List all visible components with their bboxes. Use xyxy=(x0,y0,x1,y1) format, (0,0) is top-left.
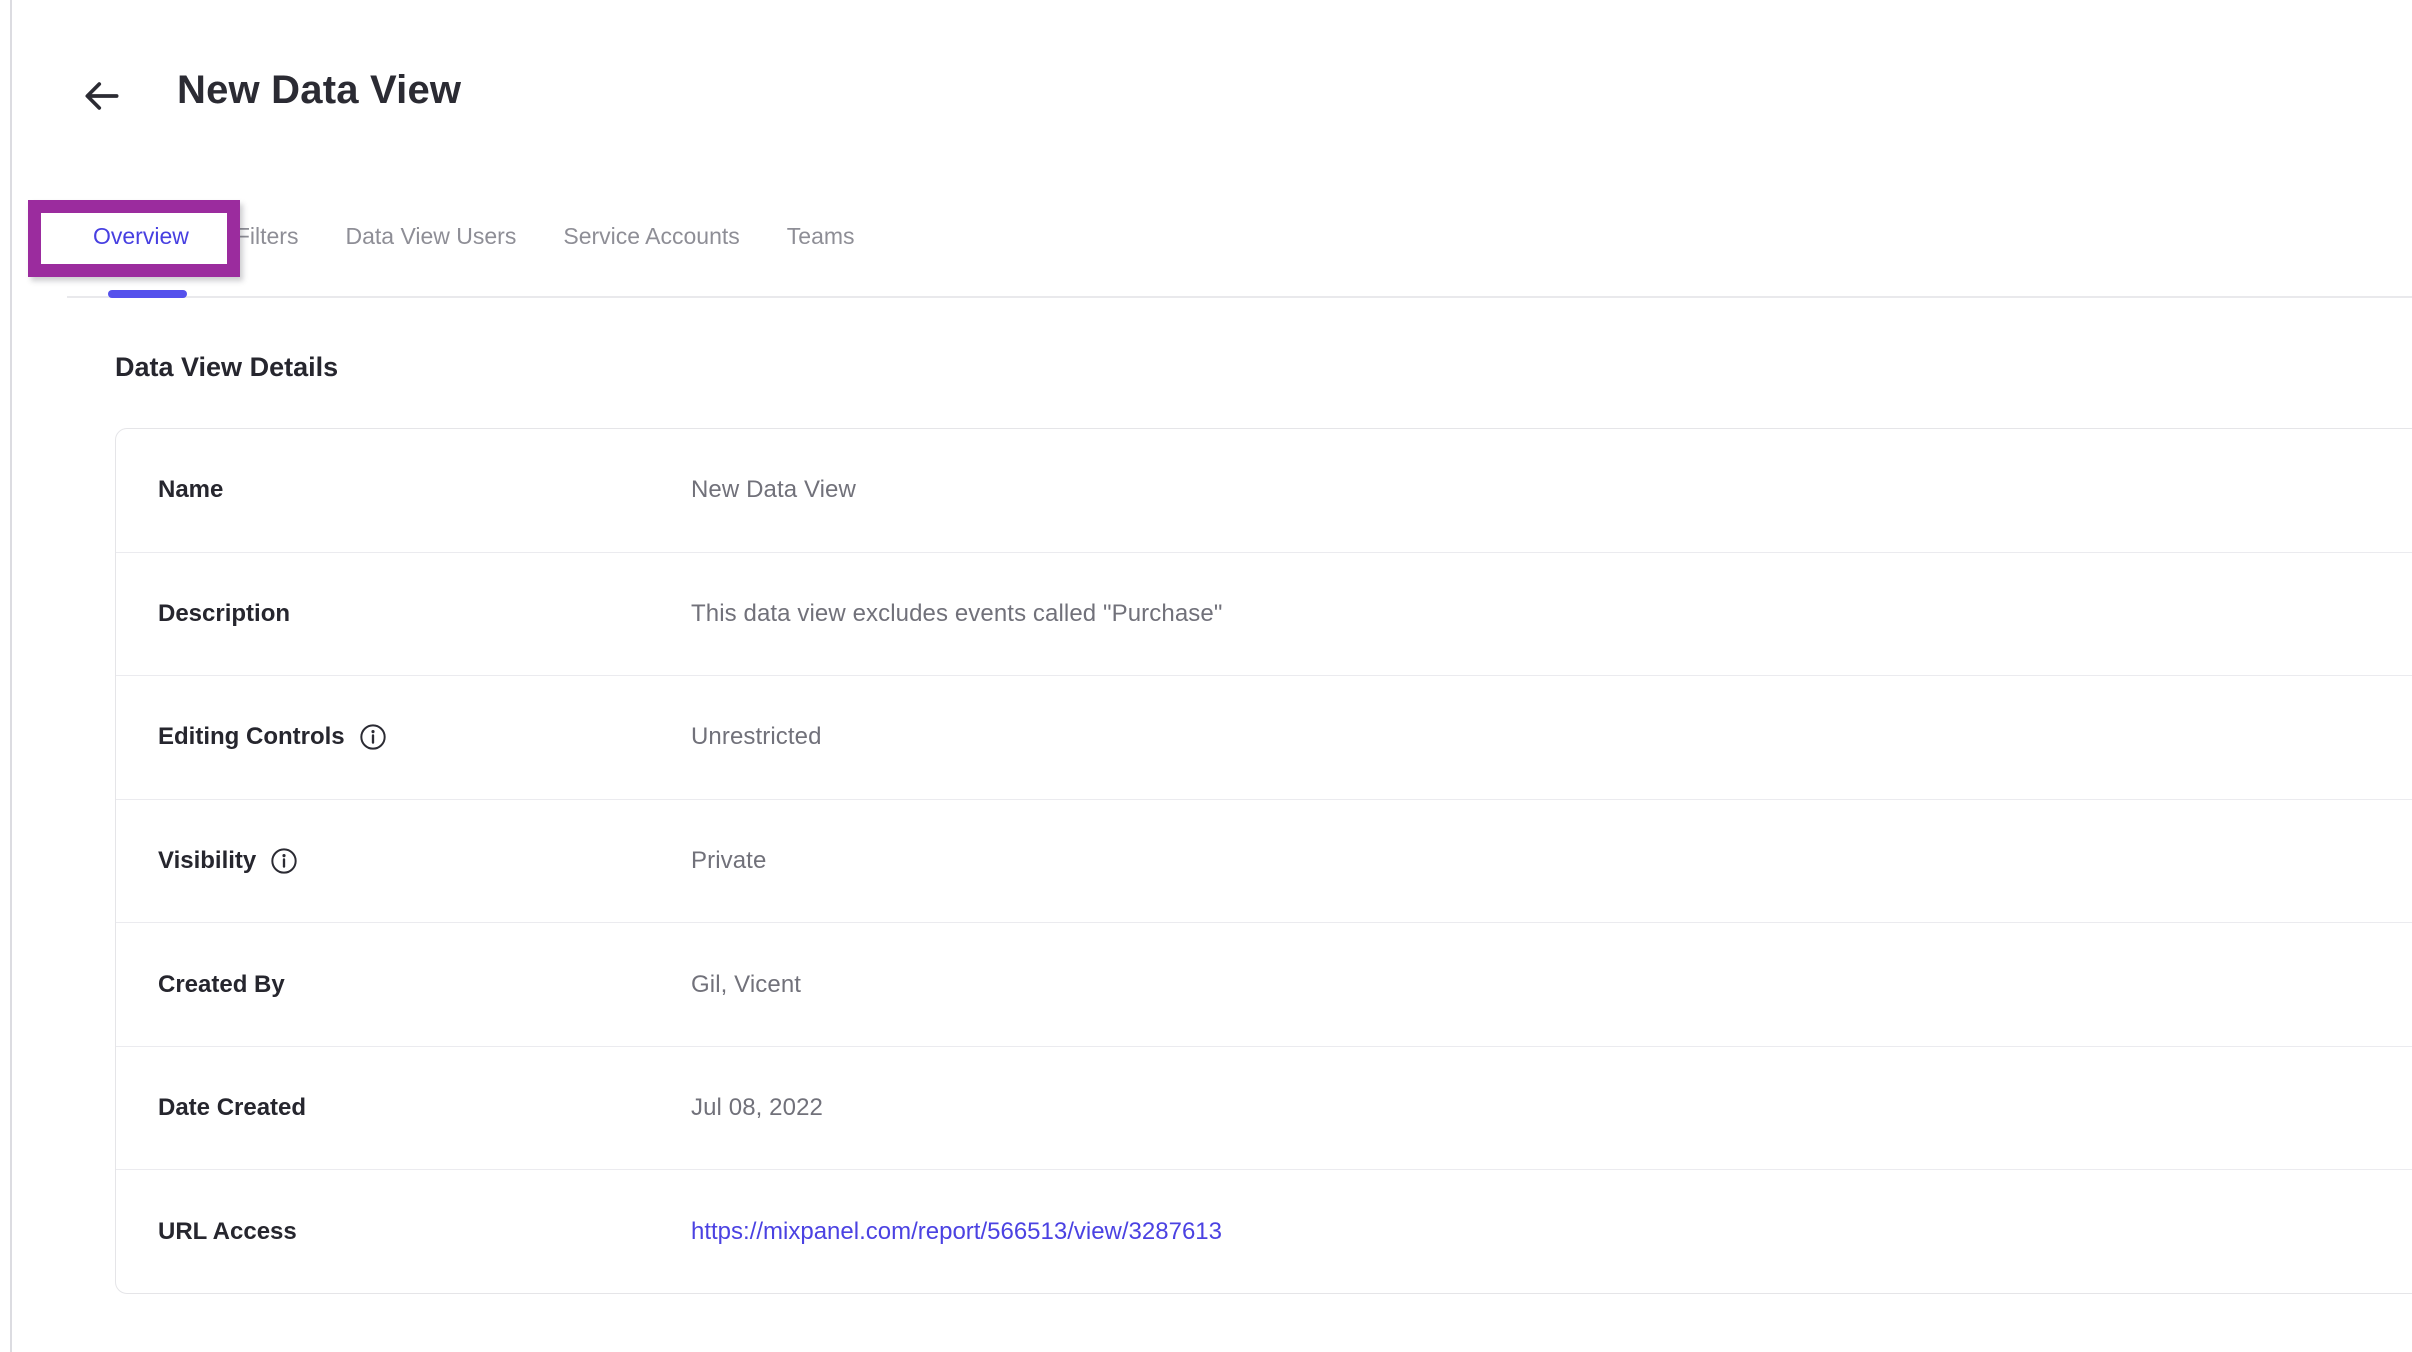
detail-label: Editing Controls xyxy=(158,723,691,751)
detail-value: Private xyxy=(691,847,766,875)
data-view-details-card: Name New Data View Description This data… xyxy=(115,428,2412,1294)
page-title: New Data View xyxy=(177,68,461,113)
detail-row-url-access: URL Access https://mixpanel.com/report/5… xyxy=(116,1169,2412,1293)
detail-value: This data view excludes events called "P… xyxy=(691,600,1222,628)
detail-value: New Data View xyxy=(691,476,856,504)
page-header: New Data View xyxy=(0,0,2412,140)
detail-value: Gil, Vicent xyxy=(691,971,801,999)
detail-label: Visibility xyxy=(158,847,691,875)
detail-label: Description xyxy=(158,600,691,628)
detail-label: Date Created xyxy=(158,1094,691,1122)
detail-label-text: Editing Controls xyxy=(158,723,345,751)
tab-data-view-users[interactable]: Data View Users xyxy=(345,221,516,251)
data-view-settings-page: New Data View Overview Filters Data View… xyxy=(0,0,2412,1352)
back-button[interactable] xyxy=(78,72,126,120)
tab-service-accounts[interactable]: Service Accounts xyxy=(563,221,739,251)
tab-bar: Overview Filters Data View Users Service… xyxy=(93,221,855,251)
detail-label: URL Access xyxy=(158,1218,691,1246)
detail-label-text: Visibility xyxy=(158,847,256,875)
tab-filters[interactable]: Filters xyxy=(236,221,299,251)
detail-row-description: Description This data view excludes even… xyxy=(116,552,2412,676)
detail-row-editing-controls: Editing Controls Unrestricted xyxy=(116,675,2412,799)
arrow-left-icon xyxy=(80,74,124,118)
detail-label: Name xyxy=(158,476,691,504)
detail-row-name: Name New Data View xyxy=(116,429,2412,552)
info-circle-icon[interactable] xyxy=(359,723,387,751)
info-circle-icon[interactable] xyxy=(270,847,298,875)
detail-value: Jul 08, 2022 xyxy=(691,1094,823,1122)
data-view-url-link[interactable]: https://mixpanel.com/report/566513/view/… xyxy=(691,1218,1222,1246)
detail-row-visibility: Visibility Private xyxy=(116,799,2412,923)
active-tab-indicator xyxy=(108,290,187,298)
tabs-divider xyxy=(67,296,2412,298)
detail-value: Unrestricted xyxy=(691,723,822,751)
page-left-border xyxy=(10,0,12,1352)
section-heading: Data View Details xyxy=(115,352,338,383)
tab-teams[interactable]: Teams xyxy=(787,221,855,251)
detail-label: Created By xyxy=(158,971,691,999)
tab-overview[interactable]: Overview xyxy=(93,221,189,251)
detail-row-date-created: Date Created Jul 08, 2022 xyxy=(116,1046,2412,1170)
detail-row-created-by: Created By Gil, Vicent xyxy=(116,922,2412,1046)
